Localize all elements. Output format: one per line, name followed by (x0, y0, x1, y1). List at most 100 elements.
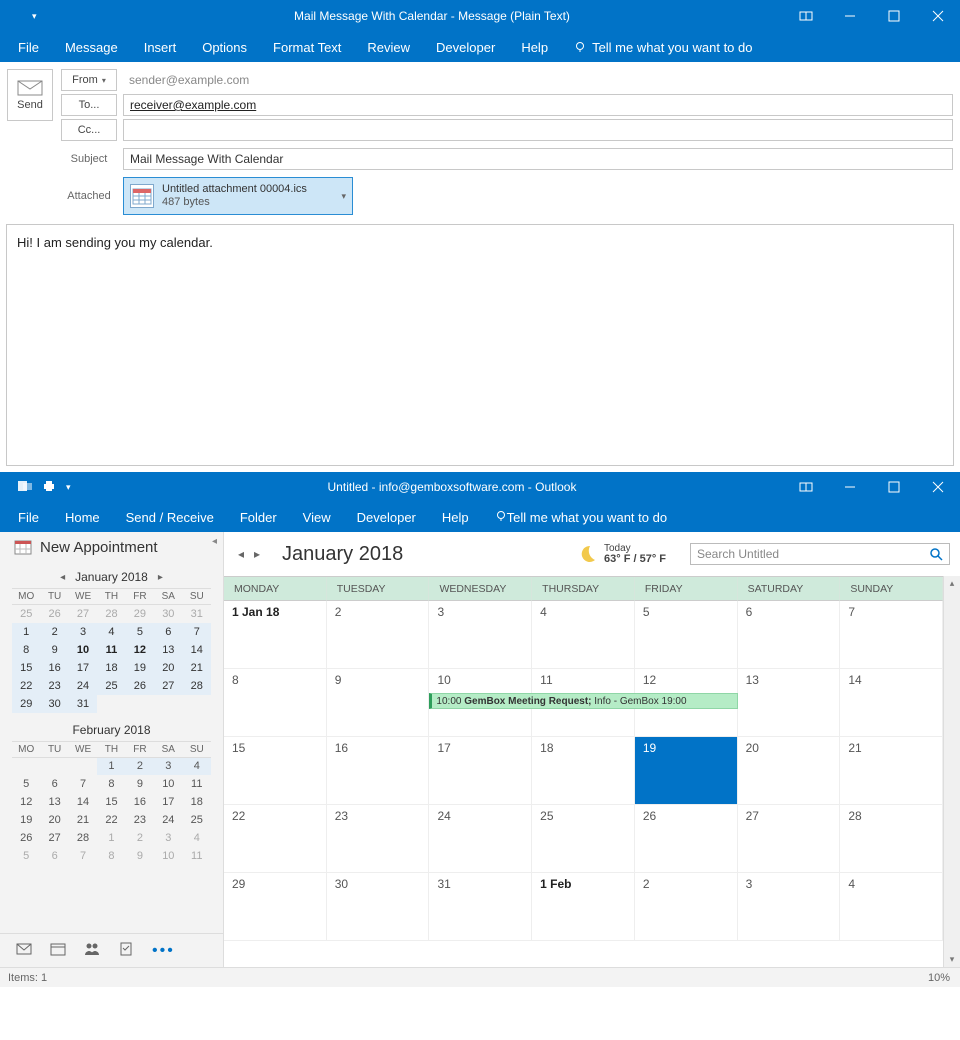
mini-day[interactable]: 11 (183, 847, 211, 865)
tab-help[interactable]: Help (442, 510, 469, 525)
people-nav-icon[interactable] (84, 941, 100, 960)
cc-field[interactable] (123, 119, 953, 141)
calendar-day[interactable]: 18 (532, 737, 635, 805)
calendar-day[interactable]: 21 (840, 737, 943, 805)
mini-day[interactable]: 14 (183, 641, 211, 659)
tab-help[interactable]: Help (521, 40, 548, 55)
mini-day[interactable]: 1 (12, 623, 40, 641)
mini-day[interactable]: 19 (126, 659, 154, 677)
mini-day[interactable]: 27 (40, 829, 68, 847)
mini-day[interactable]: 3 (154, 829, 182, 847)
tab-view[interactable]: View (303, 510, 331, 525)
mini-day[interactable]: 11 (183, 775, 211, 793)
mini-day[interactable]: 2 (126, 757, 154, 775)
mini-day[interactable]: 19 (12, 811, 40, 829)
calendar-day[interactable]: 26 (635, 805, 738, 873)
tab-file[interactable]: File (18, 40, 39, 55)
mini-day[interactable]: 26 (40, 605, 68, 623)
subject-field[interactable]: Mail Message With Calendar (123, 148, 953, 170)
mail-nav-icon[interactable] (16, 941, 32, 960)
more-nav-icon[interactable]: ••• (152, 942, 175, 960)
calendar-day[interactable]: 1 Jan 18 (224, 601, 327, 669)
message-body[interactable]: Hi! I am sending you my calendar. (6, 224, 954, 466)
mini-day[interactable]: 24 (69, 677, 97, 695)
calendar-day[interactable]: 13 (738, 669, 841, 737)
calendar-day[interactable]: 24 (429, 805, 532, 873)
mini-day[interactable]: 14 (69, 793, 97, 811)
mini-day[interactable]: 27 (69, 605, 97, 623)
calendar-day[interactable]: 4 (532, 601, 635, 669)
mini-day[interactable]: 2 (40, 623, 68, 641)
mini-day[interactable]: 17 (154, 793, 182, 811)
minimize-button[interactable] (828, 0, 872, 32)
maximize-button[interactable] (872, 472, 916, 502)
mini-day[interactable]: 4 (183, 829, 211, 847)
tab-file[interactable]: File (18, 510, 39, 525)
mini-day[interactable]: 31 (69, 695, 97, 713)
calendar-day[interactable]: 22 (224, 805, 327, 873)
calendar-day[interactable]: 3 (429, 601, 532, 669)
tab-developer[interactable]: Developer (357, 510, 416, 525)
mini-day[interactable]: 28 (183, 677, 211, 695)
mini-day[interactable]: 16 (40, 659, 68, 677)
mini-day[interactable]: 23 (40, 677, 68, 695)
calendar-day[interactable]: 4 (840, 873, 943, 941)
mini-day[interactable]: 6 (154, 623, 182, 641)
mini-day[interactable]: 12 (12, 793, 40, 811)
calendar-day[interactable]: 7 (840, 601, 943, 669)
mini-day[interactable]: 29 (126, 605, 154, 623)
mini-day[interactable]: 8 (12, 641, 40, 659)
mini-day[interactable]: 15 (12, 659, 40, 677)
mini-day[interactable]: 25 (97, 677, 125, 695)
mini-day[interactable]: 10 (154, 847, 182, 865)
calendar-day[interactable]: 30 (327, 873, 430, 941)
mini-day[interactable]: 7 (69, 775, 97, 793)
mini-day[interactable]: 10 (154, 775, 182, 793)
tasks-nav-icon[interactable] (118, 941, 134, 960)
mini-day[interactable]: 4 (183, 757, 211, 775)
mini-day[interactable]: 18 (97, 659, 125, 677)
mini-day[interactable] (40, 757, 68, 775)
search-input[interactable]: Search Untitled (690, 543, 950, 565)
mini-day[interactable]: 10 (69, 641, 97, 659)
mini-day[interactable]: 8 (97, 847, 125, 865)
qat-dropdown-icon[interactable]: ▾ (32, 11, 37, 22)
tab-review[interactable]: Review (367, 40, 410, 55)
calendar-day[interactable]: 25 (532, 805, 635, 873)
calendar-nav-icon[interactable] (50, 941, 66, 960)
scroll-up-icon[interactable]: ▴ (950, 578, 955, 589)
mini-next-icon[interactable]: ▸ (154, 572, 167, 583)
tab-folder[interactable]: Folder (240, 510, 277, 525)
to-button[interactable]: To... (61, 94, 117, 116)
cc-button[interactable]: Cc... (61, 119, 117, 141)
mini-day[interactable]: 9 (126, 775, 154, 793)
mini-day[interactable]: 2 (126, 829, 154, 847)
mini-day[interactable]: 20 (154, 659, 182, 677)
mini-day[interactable]: 9 (40, 641, 68, 659)
calendar-event[interactable]: 10:00 GemBox Meeting Request; Info - Gem… (429, 693, 737, 709)
mini-day[interactable]: 22 (97, 811, 125, 829)
mini-day[interactable]: 21 (183, 659, 211, 677)
tell-me-search[interactable]: Tell me what you want to do (574, 40, 752, 55)
mini-day[interactable]: 27 (154, 677, 182, 695)
tab-insert[interactable]: Insert (144, 40, 177, 55)
mini-day[interactable]: 6 (40, 847, 68, 865)
tab-send-receive[interactable]: Send / Receive (126, 510, 214, 525)
calendar-day[interactable]: 27 (738, 805, 841, 873)
tell-me-search[interactable]: Tell me what you want to do (495, 510, 667, 525)
ribbon-display-options-icon[interactable] (784, 472, 828, 502)
calendar-day[interactable]: 29 (224, 873, 327, 941)
calendar-day[interactable]: 1 Feb (532, 873, 635, 941)
mini-day[interactable]: 17 (69, 659, 97, 677)
print-icon[interactable] (42, 479, 56, 496)
mini-day[interactable]: 26 (126, 677, 154, 695)
mini-day[interactable]: 5 (12, 847, 40, 865)
mini-day[interactable] (12, 757, 40, 775)
calendar-day[interactable]: 31 (429, 873, 532, 941)
mini-day[interactable]: 9 (126, 847, 154, 865)
tab-options[interactable]: Options (202, 40, 247, 55)
mini-day[interactable]: 6 (40, 775, 68, 793)
calendar-day[interactable]: 8 (224, 669, 327, 737)
mini-day[interactable]: 16 (126, 793, 154, 811)
mini-day[interactable]: 8 (97, 775, 125, 793)
